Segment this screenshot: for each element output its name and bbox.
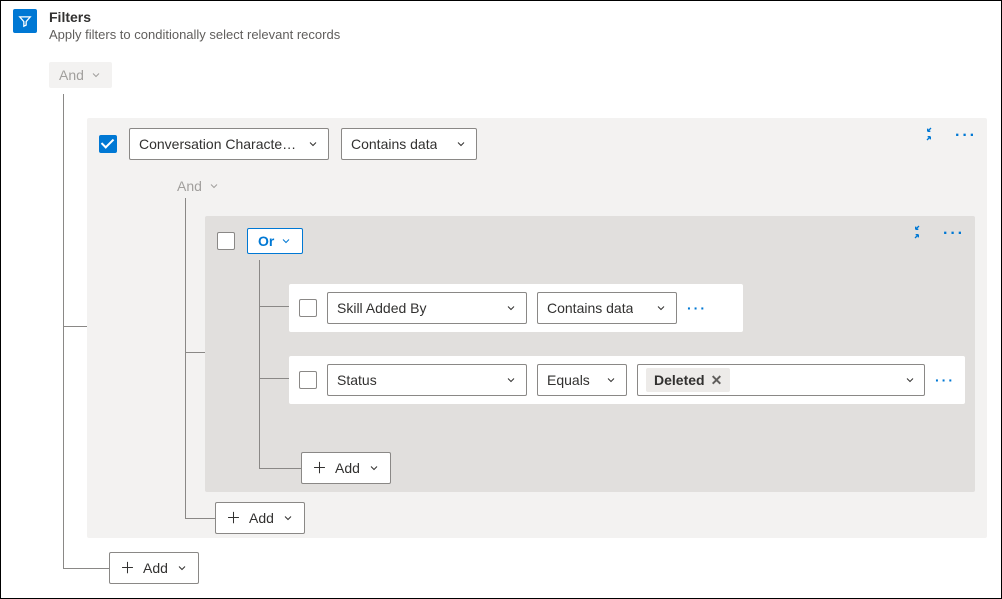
condition-select-label: Contains data [351, 136, 437, 152]
remove-tag-icon[interactable]: ✕ [711, 373, 723, 387]
chevron-down-icon [655, 302, 667, 314]
field-select[interactable]: Skill Added By [327, 292, 527, 324]
field-select-label: Status [337, 372, 377, 388]
field-select-label: Skill Added By [337, 300, 427, 316]
row-checkbox[interactable] [299, 371, 317, 389]
sub-operator[interactable]: And [177, 178, 220, 194]
entity-select-label: Conversation Characte… [139, 136, 296, 152]
add-button-label: Add [335, 460, 360, 476]
add-button-label: Add [249, 510, 274, 526]
more-actions-button[interactable]: ··· [955, 127, 977, 145]
row-checkbox[interactable] [299, 299, 317, 317]
chevron-down-icon [176, 562, 188, 574]
add-button-label: Add [143, 560, 168, 576]
value-tag: Deleted ✕ [646, 368, 730, 392]
entity-select[interactable]: Conversation Characte… [129, 128, 329, 160]
operator-select-label: Contains data [547, 300, 633, 316]
chevron-down-icon [904, 374, 916, 386]
field-select[interactable]: Status [327, 364, 527, 396]
root-operator[interactable]: And [49, 62, 112, 88]
group-operator[interactable]: Or [247, 228, 303, 254]
group-checkbox[interactable] [99, 135, 117, 153]
plus-icon: ＋ [312, 461, 327, 476]
filter-icon [13, 9, 37, 33]
chevron-down-icon [208, 180, 220, 192]
chevron-down-icon [280, 235, 292, 247]
chevron-down-icon [605, 374, 617, 386]
plus-icon: ＋ [226, 511, 241, 526]
operator-select[interactable]: Equals [537, 364, 627, 396]
group-checkbox[interactable] [217, 232, 235, 250]
row-more-actions[interactable]: ··· [935, 372, 955, 388]
plus-icon: ＋ [120, 561, 135, 576]
add-button[interactable]: ＋ Add [301, 452, 391, 484]
operator-select[interactable]: Contains data [537, 292, 677, 324]
chevron-down-icon [505, 374, 517, 386]
collapse-icon[interactable] [921, 126, 937, 145]
row-more-actions[interactable]: ··· [687, 300, 707, 316]
value-tag-label: Deleted [654, 372, 705, 388]
page-subtitle: Apply filters to conditionally select re… [49, 27, 340, 42]
sub-operator-label: And [177, 178, 202, 194]
chevron-down-icon [282, 512, 294, 524]
operator-select-label: Equals [547, 372, 590, 388]
root-operator-label: And [59, 67, 84, 83]
add-button[interactable]: ＋ Add [109, 552, 199, 584]
value-select[interactable]: Deleted ✕ [637, 364, 925, 396]
add-button[interactable]: ＋ Add [215, 502, 305, 534]
chevron-down-icon [90, 69, 102, 81]
collapse-icon[interactable] [909, 224, 925, 243]
group-operator-label: Or [258, 233, 274, 249]
chevron-down-icon [455, 138, 467, 150]
chevron-down-icon [307, 138, 319, 150]
chevron-down-icon [368, 462, 380, 474]
chevron-down-icon [505, 302, 517, 314]
more-actions-button[interactable]: ··· [943, 225, 965, 243]
page-title: Filters [49, 9, 340, 25]
condition-select[interactable]: Contains data [341, 128, 477, 160]
